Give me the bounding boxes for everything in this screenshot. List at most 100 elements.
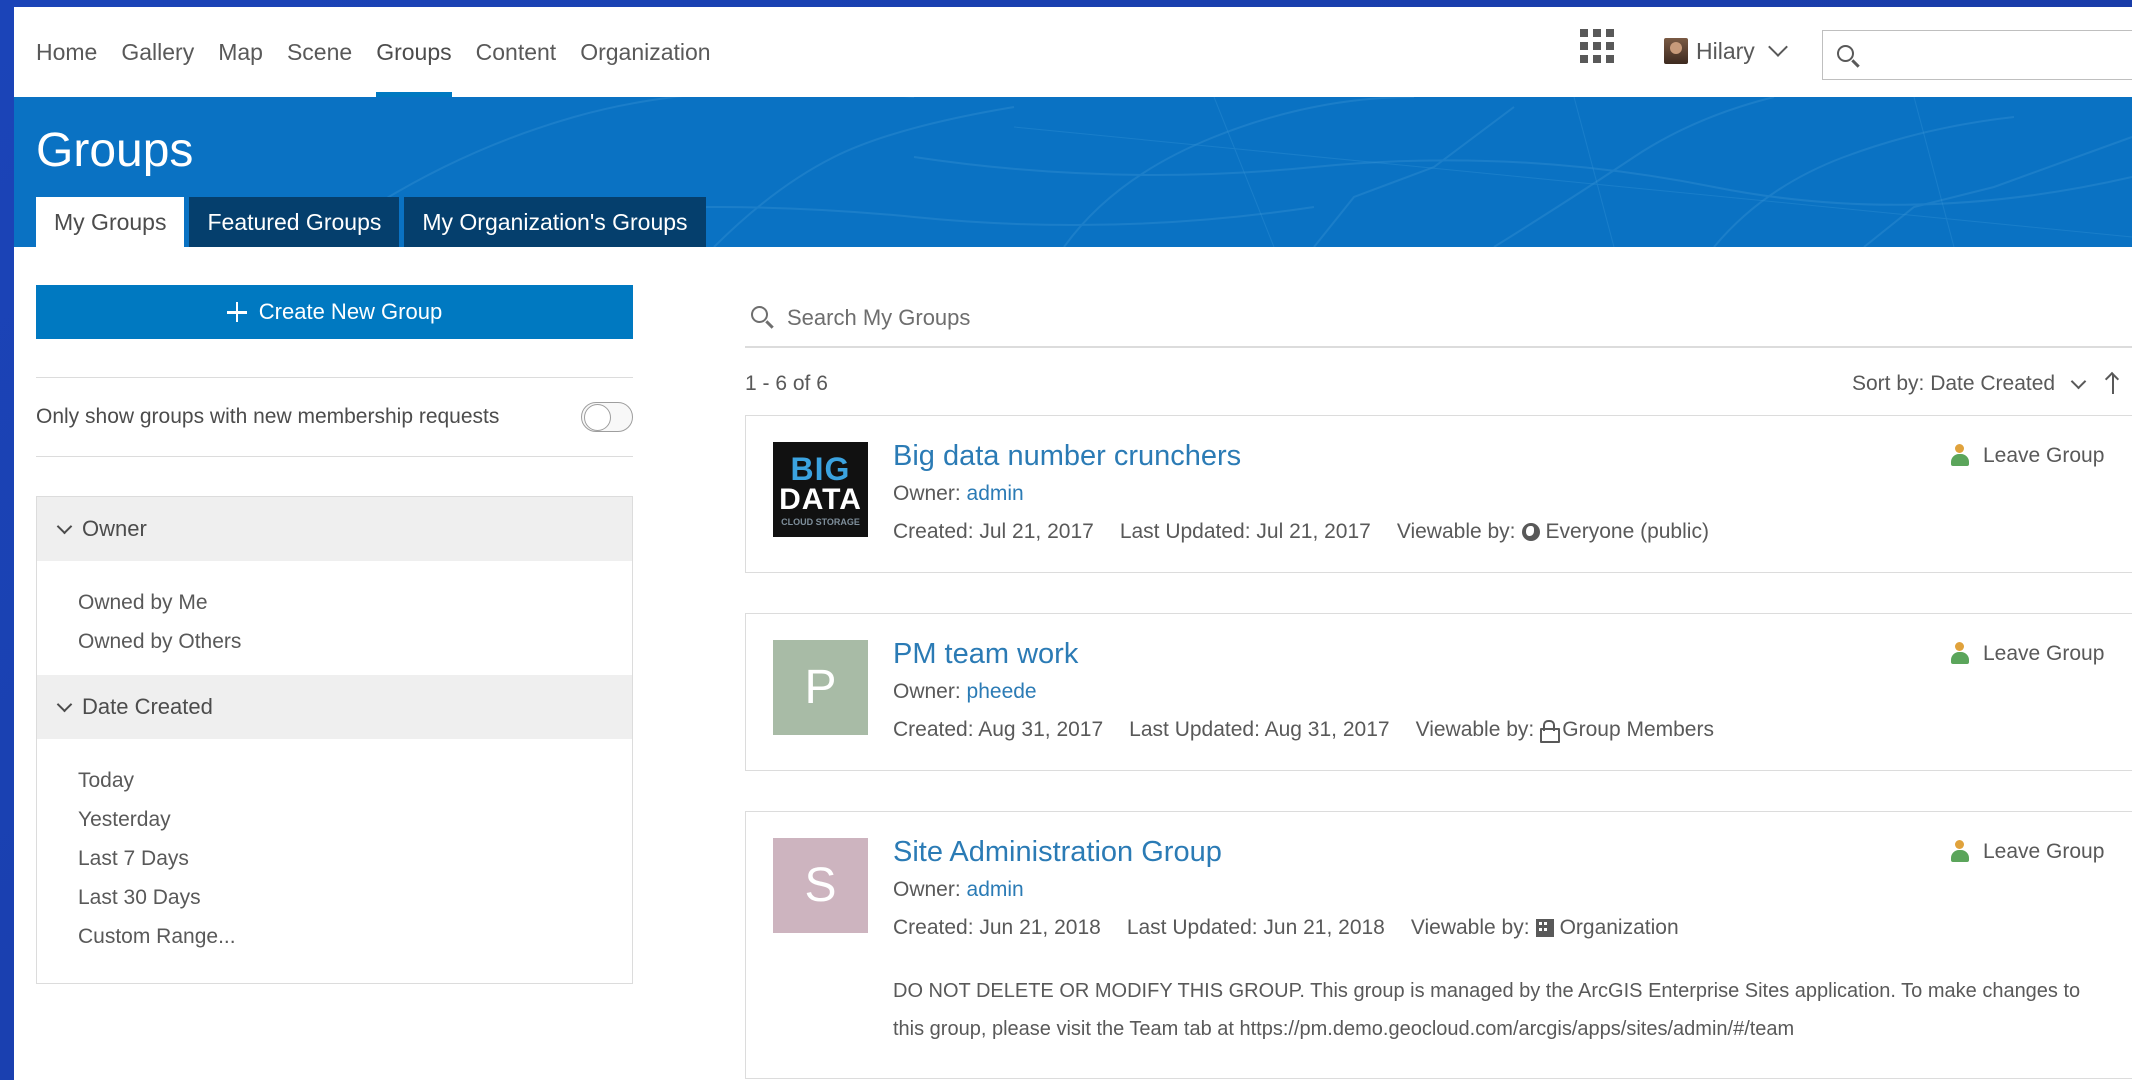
- thumbnail-letter: S: [804, 859, 837, 912]
- viewable-label: Viewable by:: [1410, 916, 1530, 939]
- owner-link[interactable]: pheede: [967, 680, 1037, 703]
- chevron-down-icon: [56, 518, 73, 534]
- viewable-by: Viewable by: Organization: [1411, 916, 1679, 940]
- leave-group-icon: [1951, 642, 1971, 666]
- nav-content[interactable]: Content: [464, 7, 569, 97]
- nav-organization[interactable]: Organization: [568, 7, 722, 97]
- filter-date-created-title: Date Created: [82, 694, 213, 719]
- nav-links: Home Gallery Map Scene Groups Content Or…: [24, 7, 723, 97]
- leave-group-label: Leave Group: [1983, 642, 2105, 665]
- group-thumbnail[interactable]: P: [773, 640, 868, 735]
- viewable-by: Viewable by: Everyone (public): [1397, 520, 1709, 544]
- group-search-bar: [745, 290, 2132, 348]
- filter-last-7-days[interactable]: Last 7 Days: [78, 839, 632, 878]
- app-launcher-icon[interactable]: [1580, 29, 1614, 63]
- page: Home Gallery Map Scene Groups Content Or…: [14, 7, 2132, 1080]
- tab-my-groups[interactable]: My Groups: [36, 197, 185, 247]
- globe-icon: [1521, 523, 1540, 541]
- page-title: Groups: [36, 124, 194, 177]
- group-card: BIG DATA CLOUD STORAGE Big data number c…: [745, 415, 2132, 573]
- group-card: S Site Administration Group Owner: admin…: [745, 811, 2132, 1079]
- viewable-by: Viewable by: Group Members: [1415, 718, 1714, 743]
- owner-link[interactable]: admin: [967, 878, 1024, 901]
- sort-direction-icon[interactable]: [2112, 374, 2115, 394]
- viewable-value: Group Members: [1562, 718, 1714, 741]
- group-meta: Created: Jun 21, 2018 Last Updated: Jun …: [893, 916, 1679, 940]
- groups-banner: Groups My Groups Featured Groups My Orga…: [14, 97, 2132, 247]
- group-title-link[interactable]: PM team work: [893, 638, 1078, 671]
- group-meta: Created: Aug 31, 2017 Last Updated: Aug …: [893, 718, 1714, 743]
- filter-today[interactable]: Today: [78, 761, 632, 800]
- filter-yesterday[interactable]: Yesterday: [78, 800, 632, 839]
- group-card: P PM team work Owner: pheede Created: Au…: [745, 613, 2132, 771]
- user-menu[interactable]: Hilary: [1664, 31, 1788, 71]
- owner-label: Owner:: [893, 482, 967, 505]
- filter-last-30-days[interactable]: Last 30 Days: [78, 878, 632, 917]
- group-title-link[interactable]: Site Administration Group: [893, 836, 1222, 869]
- created-date: Created: Aug 31, 2017: [893, 718, 1104, 741]
- leave-group-button[interactable]: Leave Group: [1951, 444, 2104, 468]
- nav-home[interactable]: Home: [24, 7, 109, 97]
- search-icon: [1837, 45, 1854, 62]
- updated-date: Last Updated: Aug 31, 2017: [1129, 718, 1390, 741]
- viewable-label: Viewable by:: [1396, 520, 1516, 543]
- group-title-link[interactable]: Big data number crunchers: [893, 440, 1241, 473]
- group-thumbnail[interactable]: BIG DATA CLOUD STORAGE: [773, 442, 868, 537]
- filter-custom-range[interactable]: Custom Range...: [78, 917, 632, 956]
- nav-map[interactable]: Map: [206, 7, 275, 97]
- nav-scene[interactable]: Scene: [275, 7, 364, 97]
- group-search-input[interactable]: [787, 298, 1687, 338]
- thumbnail-text: CLOUD STORAGE: [781, 516, 860, 527]
- filter-owner-title: Owner: [82, 516, 147, 541]
- tab-organization-groups[interactable]: My Organization's Groups: [404, 197, 706, 247]
- created-date: Created: Jul 21, 2017: [893, 520, 1094, 543]
- group-tabs: My Groups Featured Groups My Organizatio…: [36, 197, 706, 247]
- group-meta: Created: Jul 21, 2017 Last Updated: Jul …: [893, 520, 1709, 544]
- thumbnail-letter: P: [804, 661, 837, 714]
- leave-group-button[interactable]: Leave Group: [1951, 642, 2104, 666]
- tab-featured-groups[interactable]: Featured Groups: [189, 197, 400, 247]
- group-thumbnail[interactable]: S: [773, 838, 868, 933]
- lock-icon: [1540, 720, 1561, 743]
- create-new-group-button[interactable]: Create New Group: [36, 285, 633, 339]
- plus-icon: [226, 302, 247, 322]
- group-description: DO NOT DELETE OR MODIFY THIS GROUP. This…: [893, 980, 2081, 1040]
- global-search-input[interactable]: [1822, 30, 2132, 80]
- organization-icon: [1535, 919, 1554, 937]
- membership-toggle-label: Only show groups with new membership req…: [36, 405, 500, 428]
- create-new-group-label: Create New Group: [258, 299, 443, 324]
- sort-dropdown[interactable]: Sort by: Date Created: [1852, 372, 2115, 396]
- owner-label: Owner:: [893, 680, 967, 703]
- leave-group-label: Leave Group: [1983, 840, 2105, 863]
- viewable-value: Organization: [1559, 916, 1679, 939]
- filter-owned-by-me[interactable]: Owned by Me: [78, 583, 632, 622]
- filter-owner-header[interactable]: Owner: [37, 497, 632, 561]
- viewable-label: Viewable by:: [1415, 718, 1535, 741]
- chevron-down-icon: [56, 696, 73, 712]
- owner-link[interactable]: admin: [967, 482, 1024, 505]
- result-count: 1 - 6 of 6: [745, 372, 828, 395]
- filter-owner-items: Owned by Me Owned by Others: [37, 561, 632, 675]
- sort-label: Sort by: Date Created: [1852, 372, 2056, 395]
- user-name: Hilary: [1696, 37, 1755, 64]
- filter-panel: Owner Owned by Me Owned by Others Date C…: [36, 496, 633, 984]
- nav-gallery[interactable]: Gallery: [109, 7, 206, 97]
- group-owner: Owner: admin: [893, 482, 1024, 506]
- thumbnail-text: BIG: [790, 450, 851, 487]
- owner-label: Owner:: [893, 878, 967, 901]
- thumbnail-text: DATA: [779, 482, 862, 516]
- viewable-value: Everyone (public): [1545, 520, 1709, 543]
- group-owner: Owner: admin: [893, 878, 1024, 902]
- filter-owned-by-others[interactable]: Owned by Others: [78, 622, 632, 661]
- group-owner: Owner: pheede: [893, 680, 1037, 704]
- filter-date-created-header[interactable]: Date Created: [37, 675, 632, 739]
- search-icon: [751, 306, 768, 323]
- updated-date: Last Updated: Jul 21, 2017: [1119, 520, 1371, 543]
- top-navigation: Home Gallery Map Scene Groups Content Or…: [14, 7, 2132, 97]
- leave-group-button[interactable]: Leave Group: [1951, 840, 2104, 864]
- nav-groups[interactable]: Groups: [364, 7, 463, 97]
- membership-toggle[interactable]: [581, 402, 633, 432]
- updated-date: Last Updated: Jun 21, 2018: [1126, 916, 1385, 939]
- leave-group-label: Leave Group: [1983, 444, 2105, 467]
- membership-request-filter: Only show groups with new membership req…: [36, 377, 633, 457]
